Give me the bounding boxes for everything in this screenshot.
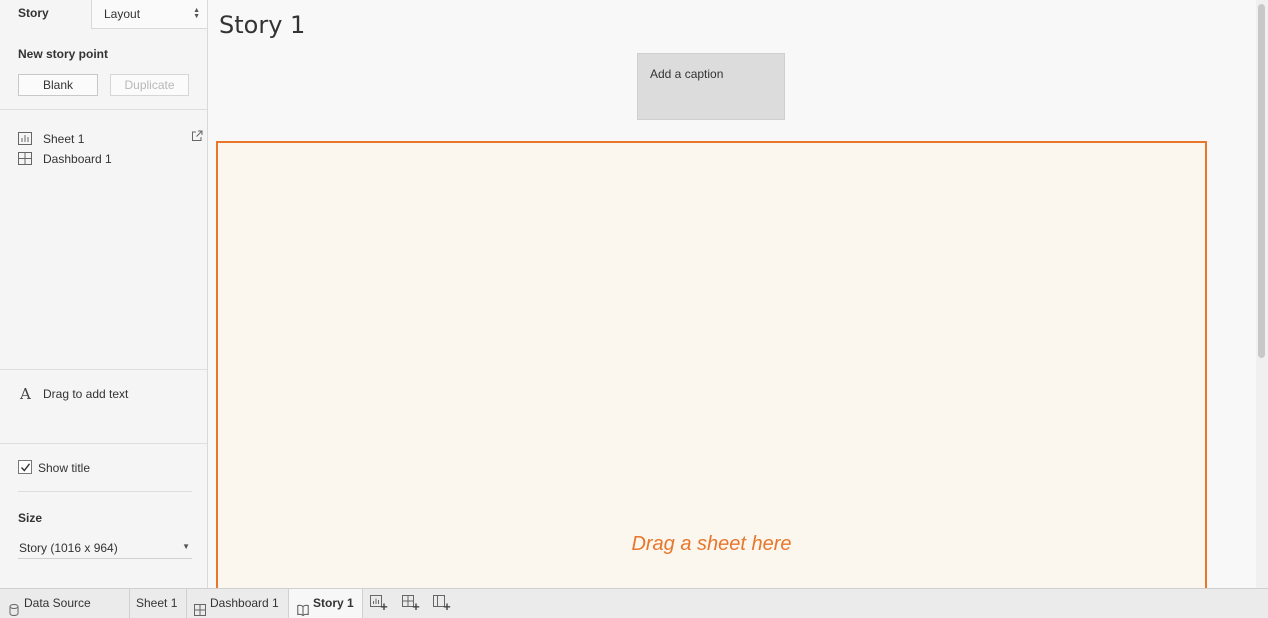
sheet-tab-bar: Data Source Sheet 1 Dashboard 1 Story 1	[0, 588, 1268, 618]
up-down-arrows-icon: ▲ ▼	[193, 7, 200, 20]
text-object-icon: A	[20, 385, 31, 403]
sheet-item-label: Dashboard 1	[43, 152, 112, 166]
size-dropdown-value: Story (1016 x 964)	[19, 541, 118, 555]
divider	[0, 369, 207, 370]
tab-dashboard-1[interactable]: Dashboard 1	[187, 589, 289, 618]
vertical-scrollbar[interactable]	[1256, 0, 1268, 588]
size-heading: Size	[18, 511, 43, 525]
sheet-list-item-dashboard-1[interactable]: Dashboard 1	[18, 150, 206, 168]
tab-layout-label: Layout	[104, 7, 141, 21]
caption-placeholder: Add a caption	[650, 67, 724, 81]
size-dropdown[interactable]: Story (1016 x 964) ▼	[18, 539, 192, 559]
text-object-label: Drag to add text	[43, 387, 129, 401]
duplicate-button[interactable]: Duplicate	[110, 74, 189, 96]
story-title[interactable]: Story 1	[219, 11, 305, 39]
dashboard-grid-icon	[18, 152, 32, 165]
tab-label: Story 1	[313, 596, 354, 610]
database-icon	[9, 598, 21, 616]
sheet-item-label: Sheet 1	[43, 132, 85, 146]
story-book-icon	[297, 598, 309, 617]
tab-layout[interactable]: Layout ▲ ▼	[91, 0, 207, 29]
text-object-item[interactable]: A Drag to add text	[18, 385, 203, 403]
sheet-drop-zone[interactable]: Drag a sheet here	[216, 141, 1207, 591]
bar-chart-icon	[18, 132, 32, 145]
new-dashboard-icon[interactable]	[402, 595, 420, 611]
story-canvas: Story 1 Add a caption Drag a sheet here	[208, 0, 1256, 591]
caption-box[interactable]: Add a caption	[637, 53, 785, 120]
new-story-icon[interactable]	[433, 595, 451, 611]
sidebar-tabs: Story Layout ▲ ▼	[0, 0, 207, 30]
tab-sheet-1[interactable]: Sheet 1	[130, 589, 187, 618]
tab-story[interactable]: Story	[18, 6, 49, 20]
open-external-icon[interactable]	[191, 130, 203, 142]
tab-label: Sheet 1	[136, 596, 178, 610]
blank-button[interactable]: Blank	[18, 74, 98, 96]
divider	[0, 109, 207, 110]
sheet-list-item-sheet-1[interactable]: Sheet 1	[18, 130, 206, 148]
new-story-point-heading: New story point	[18, 47, 109, 61]
tab-data-source[interactable]: Data Source	[0, 589, 130, 618]
tab-label: Dashboard 1	[210, 596, 279, 610]
story-sidebar: Story Layout ▲ ▼ New story point Blank Du…	[0, 0, 208, 588]
scrollbar-thumb[interactable]	[1258, 4, 1265, 358]
divider	[18, 491, 192, 492]
new-worksheet-icon[interactable]	[370, 595, 388, 611]
show-title-label: Show title	[38, 461, 91, 475]
show-title-row[interactable]: Show title	[18, 460, 198, 476]
chevron-down-icon: ▼	[182, 542, 190, 551]
tab-story-1[interactable]: Story 1	[289, 589, 363, 618]
divider	[0, 443, 207, 444]
dashboard-grid-icon	[194, 598, 206, 616]
drop-zone-hint: Drag a sheet here	[631, 533, 792, 555]
tab-label: Data Source	[24, 596, 91, 610]
show-title-checkbox[interactable]	[18, 460, 32, 474]
